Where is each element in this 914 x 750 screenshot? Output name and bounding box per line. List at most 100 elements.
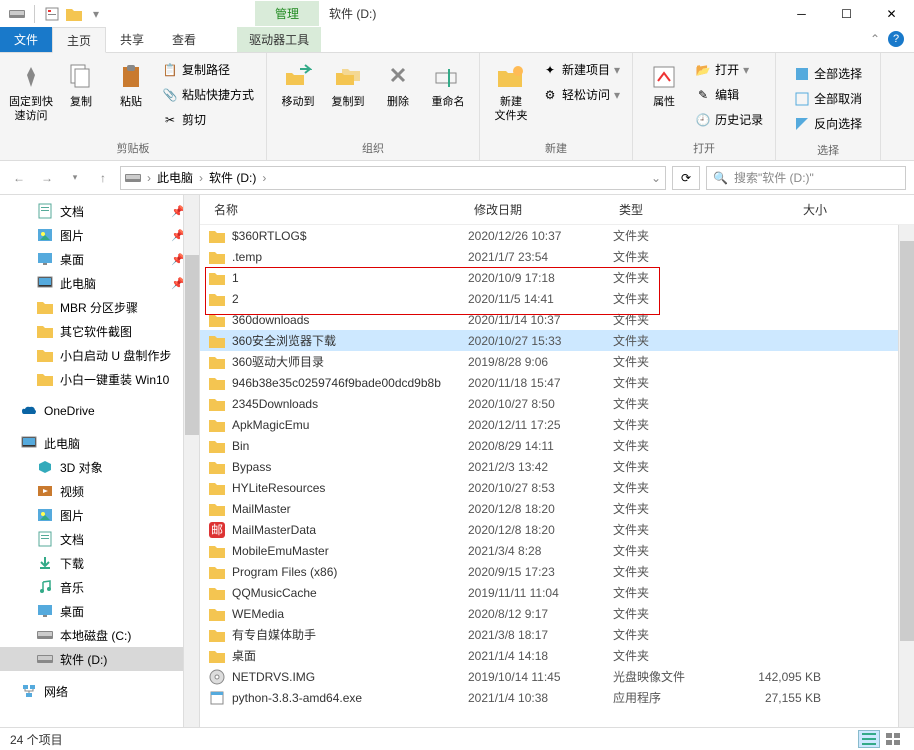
nav-item[interactable]: 桌面📌 [0,247,199,271]
minimize-button[interactable]: ─ [779,0,824,27]
file-row[interactable]: 桌面2021/1/4 14:18文件夹 [200,645,914,666]
file-row[interactable]: 946b38e35c0259746f9bade00dcd9b8b2020/11/… [200,372,914,393]
nav-item[interactable]: 图片📌 [0,223,199,247]
nav-item[interactable]: 此电脑📌 [0,271,199,295]
forward-button[interactable]: → [36,167,58,189]
paste-button[interactable]: 粘贴 [106,57,156,109]
file-row[interactable]: 360downloads2020/11/14 10:37文件夹 [200,309,914,330]
breadcrumb-sep[interactable]: › [147,171,151,185]
tab-drive-tools[interactable]: 驱动器工具 [237,27,321,52]
properties-button[interactable]: 属性 [639,57,689,109]
nav-item[interactable]: 本地磁盘 (C:) [0,623,199,647]
open-button[interactable]: 📂打开▾ [693,59,765,80]
nav-scrollbar[interactable] [183,195,199,727]
nav-item[interactable]: 音乐 [0,575,199,599]
nav-item[interactable]: 其它软件截图 [0,319,199,343]
nav-item[interactable]: 3D 对象 [0,455,199,479]
col-size[interactable]: 大小 [733,201,833,218]
nav-item[interactable]: 小白启动 U 盘制作步 [0,343,199,367]
nav-item[interactable]: 文档 [0,527,199,551]
file-row[interactable]: 2345Downloads2020/10/27 8:50文件夹 [200,393,914,414]
file-row[interactable]: ApkMagicEmu2020/12/11 17:25文件夹 [200,414,914,435]
move-to-button[interactable]: 移动到 [273,57,323,109]
file-row[interactable]: python-3.8.3-amd64.exe2021/1/4 10:38应用程序… [200,687,914,708]
file-row[interactable]: MailMaster2020/12/8 18:20文件夹 [200,498,914,519]
file-row[interactable]: HYLiteResources2020/10/27 8:53文件夹 [200,477,914,498]
delete-button[interactable]: 删除 [373,57,423,109]
tab-view[interactable]: 查看 [158,27,210,52]
nav-item[interactable]: 图片 [0,503,199,527]
file-row[interactable]: 360安全浏览器下载2020/10/27 15:33文件夹 [200,330,914,351]
tab-share[interactable]: 共享 [106,27,158,52]
nav-item[interactable]: MBR 分区步骤 [0,295,199,319]
back-button[interactable]: ← [8,167,30,189]
file-row[interactable]: $360RTLOG$2020/12/26 10:37文件夹 [200,225,914,246]
nav-item[interactable]: OneDrive [0,399,199,423]
file-row[interactable]: NETDRVS.IMG2019/10/14 11:45光盘映像文件142,095… [200,666,914,687]
details-view-button[interactable] [858,730,880,748]
icons-view-button[interactable] [882,730,904,748]
copy-button[interactable]: 复制 [56,57,106,109]
copy-to-button[interactable]: 复制到 [323,57,373,109]
col-type[interactable]: 类型 [613,201,733,218]
folder-qat-icon[interactable] [65,5,83,23]
nav-item[interactable]: 此电脑 [0,431,199,455]
invert-selection-button[interactable]: 反向选择 [792,113,864,134]
properties-qat-icon[interactable] [43,5,61,23]
easy-access-button[interactable]: ⚙轻松访问▾ [540,84,622,105]
recent-dropdown[interactable]: ▾ [64,167,86,189]
file-row[interactable]: QQMusicCache2019/11/11 11:04文件夹 [200,582,914,603]
nav-item[interactable]: 文档📌 [0,199,199,223]
breadcrumb-pc[interactable]: 此电脑 [157,169,193,186]
file-row[interactable]: Bin2020/8/29 14:11文件夹 [200,435,914,456]
file-row[interactable]: Program Files (x86)2020/9/15 17:23文件夹 [200,561,914,582]
collapse-ribbon-icon[interactable]: ⌃ [870,32,880,46]
edit-button[interactable]: ✎编辑 [693,84,765,105]
file-row[interactable]: WEMedia2020/8/12 9:17文件夹 [200,603,914,624]
new-folder-button[interactable]: 新建 文件夹 [486,57,536,123]
refresh-button[interactable]: ⟳ [672,166,700,190]
nav-item[interactable]: 桌面 [0,599,199,623]
folder-icon [208,395,226,413]
help-icon[interactable]: ? [888,31,904,47]
file-row[interactable]: 邮MailMasterData2020/12/8 18:20文件夹 [200,519,914,540]
drive-icon [36,626,54,644]
rename-button[interactable]: 重命名 [423,57,473,109]
col-name[interactable]: 名称 [208,201,468,218]
nav-item[interactable]: 视频 [0,479,199,503]
onedrive-icon [20,402,38,420]
file-row[interactable]: MobileEmuMaster2021/3/4 8:28文件夹 [200,540,914,561]
nav-item[interactable]: 网络 [0,679,199,703]
file-row[interactable]: 有专自媒体助手2021/3/8 18:17文件夹 [200,624,914,645]
file-row[interactable]: 360驱动大师目录2019/8/28 9:06文件夹 [200,351,914,372]
copy-path-button[interactable]: 📋复制路径 [160,59,256,80]
paste-shortcut-button[interactable]: 📎粘贴快捷方式 [160,84,256,105]
file-row[interactable]: Bypass2021/2/3 13:42文件夹 [200,456,914,477]
search-input[interactable]: 🔍 搜索"软件 (D:)" [706,166,906,190]
file-row[interactable]: 22020/11/5 14:41文件夹 [200,288,914,309]
file-row[interactable]: .temp2021/1/7 23:54文件夹 [200,246,914,267]
col-date[interactable]: 修改日期 [468,201,613,218]
breadcrumb-drive[interactable]: 软件 (D:) [209,169,256,186]
tab-file[interactable]: 文件 [0,27,52,52]
maximize-button[interactable]: ☐ [824,0,869,27]
pin-quick-access-button[interactable]: 固定到快 速访问 [6,57,56,123]
file-row[interactable]: 12020/10/9 17:18文件夹 [200,267,914,288]
cut-button[interactable]: ✂剪切 [160,109,256,130]
breadcrumb-sep[interactable]: › [199,171,203,185]
address-dropdown-icon[interactable]: ⌄ [651,171,661,185]
select-all-button[interactable]: 全部选择 [792,63,864,84]
nav-item[interactable]: 小白一键重装 Win10 [0,367,199,391]
up-button[interactable]: ↑ [92,167,114,189]
breadcrumb[interactable]: › 此电脑 › 软件 (D:) › ⌄ [120,166,666,190]
new-item-button[interactable]: ✦新建项目▾ [540,59,622,80]
nav-item[interactable]: 软件 (D:) [0,647,199,671]
tab-home[interactable]: 主页 [52,27,106,53]
qat-dropdown-icon[interactable]: ▾ [87,5,105,23]
breadcrumb-sep[interactable]: › [262,171,266,185]
content-scrollbar[interactable] [898,225,914,727]
select-none-button[interactable]: 全部取消 [792,88,864,109]
close-button[interactable]: ✕ [869,0,914,27]
nav-item[interactable]: 下载 [0,551,199,575]
history-button[interactable]: 🕘历史记录 [693,109,765,130]
